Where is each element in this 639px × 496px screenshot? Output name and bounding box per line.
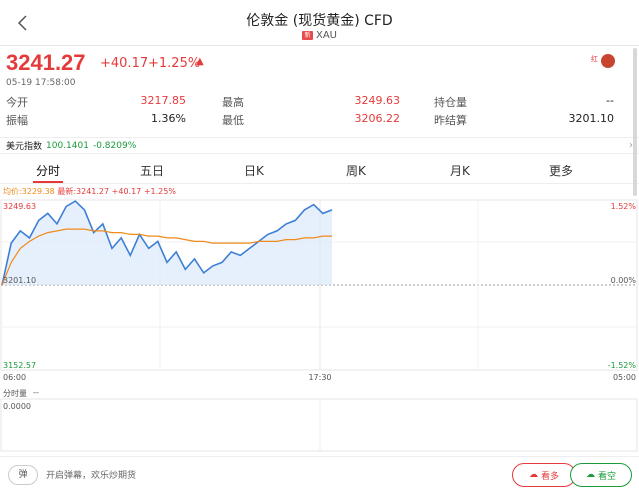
x-label-mid: 17:30 [308,373,331,382]
volume-frame [0,398,638,452]
x-label-end: 05:00 [613,373,636,382]
bearish-button[interactable]: ☁ 看空 [570,463,632,487]
pct-label-bottom: -1.52% [608,361,637,370]
stat-label-prev-settle: 昨结算 [434,114,467,127]
stat-value-amplitude: 1.36% [151,112,186,125]
bearish-label: 看空 [597,471,616,482]
legend-last: 最新:3241.27 [57,187,110,196]
tab-more[interactable]: 更多 [549,162,573,179]
x-label-start: 06:00 [3,373,26,382]
stat-value-low: 3206.22 [354,112,401,125]
pct-label-top: 1.52% [611,202,637,211]
stats-row: 振幅 1.36% 最低 3206.22 昨结算 3201.10 [0,112,639,130]
stat-value-high: 3249.63 [354,94,401,107]
stat-label-low: 最低 [222,114,244,127]
fire-icon: ▲ [196,56,204,67]
stat-value-oi: -- [606,94,614,107]
volume-svg: 0.0000 [0,398,638,452]
tab-five-day[interactable]: 五日 [140,162,164,179]
scrollbar[interactable] [633,48,637,196]
quote-panel: 3241.27 +40.17 +1.25% ▲ 05-19 17:58:00 红 [0,46,639,90]
dollar-index-bar[interactable]: 美元指数 100.1401 -0.8209% › [0,137,639,154]
legend-avg: 均价:3229.38 [3,187,55,196]
price-change: +40.17 [100,56,149,71]
tab-daily-k[interactable]: 日K [244,162,264,179]
instrument-code: 新 XAU [0,30,639,41]
stat-label-high: 最高 [222,96,244,109]
legend-change: +40.17 [111,187,142,196]
price-change-pct: +1.25% [148,56,201,71]
period-tabs: 分时 五日 日K 周K 月K 更多 [0,158,639,184]
chart-svg: 3249.63 3201.10 3152.57 1.52% 0.00% -1.5… [0,199,638,382]
last-price: 3241.27 [6,50,86,75]
active-tab-indicator [33,181,63,183]
dxy-change: -0.8209% [92,140,137,151]
dxy-value: 100.1401 [46,140,89,151]
stat-label-oi: 持仓量 [434,96,467,109]
stat-label-amplitude: 振幅 [6,114,28,127]
quote-time: 05-19 17:58:00 [6,78,76,88]
danmu-toggle[interactable]: 弹 [8,465,38,485]
stats-grid: 今开 3217.85 最高 3249.63 持仓量 -- 振幅 1.36% 最低… [0,92,639,132]
y-label-mid: 3201.10 [3,276,36,285]
avatar-group[interactable]: 红 [591,54,615,68]
intraday-chart[interactable]: 3249.63 3201.10 3152.57 1.52% 0.00% -1.5… [0,196,639,386]
tab-intraday[interactable]: 分时 [36,162,60,179]
danmu-hint[interactable]: 开启弹幕，欢乐炒期货 [46,468,136,481]
avatar-label: 红 [591,55,598,63]
bullish-button[interactable]: ☁ 看多 [512,463,576,487]
flag-icon: 新 [301,31,313,40]
bottom-bar: 弹 开启弹幕，欢乐炒期货 ☁ 看多 ☁ 看空 [0,456,639,496]
nav-header: 伦敦金 (现货黄金) CFD 新 XAU [0,0,639,46]
tab-monthly-k[interactable]: 月K [450,162,470,179]
code-label: XAU [315,30,337,41]
legend-pct: +1.25% [143,187,176,196]
tab-weekly-k[interactable]: 周K [346,162,366,179]
y-label-top: 3249.63 [3,202,36,211]
price-area [2,201,332,286]
stat-value-prev-settle: 3201.10 [568,112,615,125]
avatar[interactable] [601,54,615,68]
page-title: 伦敦金 (现货黄金) CFD [246,13,393,29]
cloud-down-icon: ☁ [585,470,595,480]
cloud-up-icon: ☁ [528,470,538,480]
stat-value-open: 3217.85 [140,94,187,107]
volume-value: 0.0000 [3,402,31,411]
chart-series [1,200,333,286]
volume-chart: 0.0000 [0,398,639,452]
pct-label-mid: 0.00% [611,276,637,285]
y-label-bottom: 3152.57 [3,361,36,370]
bullish-label: 看多 [540,471,559,482]
stat-label-open: 今开 [6,96,28,109]
stats-row: 今开 3217.85 最高 3249.63 持仓量 -- [0,94,639,112]
dxy-label: 美元指数 [6,142,43,152]
